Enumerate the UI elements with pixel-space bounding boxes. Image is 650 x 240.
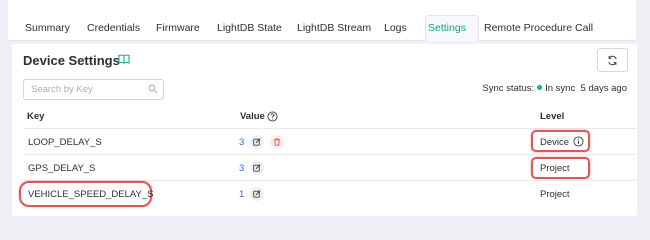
row-divider	[24, 128, 636, 129]
search-box	[23, 79, 164, 100]
device-settings-card: Device Settings Sync status: In sync 5 da…	[12, 44, 637, 216]
sync-status-time: 5 days ago	[580, 83, 627, 94]
help-icon[interactable]	[267, 111, 278, 122]
delete-button[interactable]	[270, 135, 284, 149]
setting-key: LOOP_DELAY_S	[28, 137, 102, 148]
column-header-value: Value	[240, 111, 265, 122]
edit-button[interactable]	[250, 187, 264, 201]
delete-icon	[274, 138, 280, 146]
search-icon[interactable]	[148, 84, 158, 94]
tab-settings[interactable]: Settings	[428, 22, 466, 34]
refresh-icon	[608, 55, 617, 65]
tab-lightdb-stream[interactable]: LightDB Stream	[297, 22, 371, 34]
edit-icon	[253, 138, 261, 146]
column-header-level: Level	[540, 111, 565, 122]
sync-status-label: Sync status:	[482, 83, 535, 94]
setting-value[interactable]: 3	[239, 137, 244, 148]
search-input[interactable]	[24, 80, 146, 99]
tab-summary[interactable]: Summary	[25, 22, 70, 34]
page-title: Device Settings	[23, 53, 120, 68]
setting-level: Device	[540, 137, 570, 148]
edit-icon	[253, 190, 261, 198]
setting-key: VEHICLE_SPEED_DELAY_S	[28, 189, 154, 200]
sync-status-dot	[537, 85, 543, 91]
tab-bar: Summary Credentials Firmware LightDB Sta…	[8, 0, 636, 41]
tab-credentials[interactable]: Credentials	[87, 22, 140, 34]
column-header-key: Key	[27, 111, 45, 122]
tab-remote-procedure-call[interactable]: Remote Procedure Call	[484, 22, 593, 34]
book-icon[interactable]	[118, 54, 130, 64]
edit-icon	[253, 164, 261, 172]
edit-button[interactable]	[250, 161, 264, 175]
sync-status: Sync status: In sync 5 days ago	[482, 83, 627, 94]
row-divider	[24, 154, 636, 155]
sync-status-state: In sync	[545, 83, 576, 94]
setting-key: GPS_DELAY_S	[28, 163, 96, 174]
tab-firmware[interactable]: Firmware	[156, 22, 200, 34]
tab-logs[interactable]: Logs	[384, 22, 407, 34]
setting-value[interactable]: 3	[239, 163, 244, 174]
edit-button[interactable]	[250, 135, 264, 149]
setting-value[interactable]: 1	[239, 189, 244, 200]
tab-lightdb-state[interactable]: LightDB State	[217, 22, 282, 34]
info-icon[interactable]	[573, 136, 584, 147]
setting-level: Project	[540, 163, 570, 174]
refresh-button[interactable]	[597, 48, 628, 72]
setting-level: Project	[540, 189, 570, 200]
